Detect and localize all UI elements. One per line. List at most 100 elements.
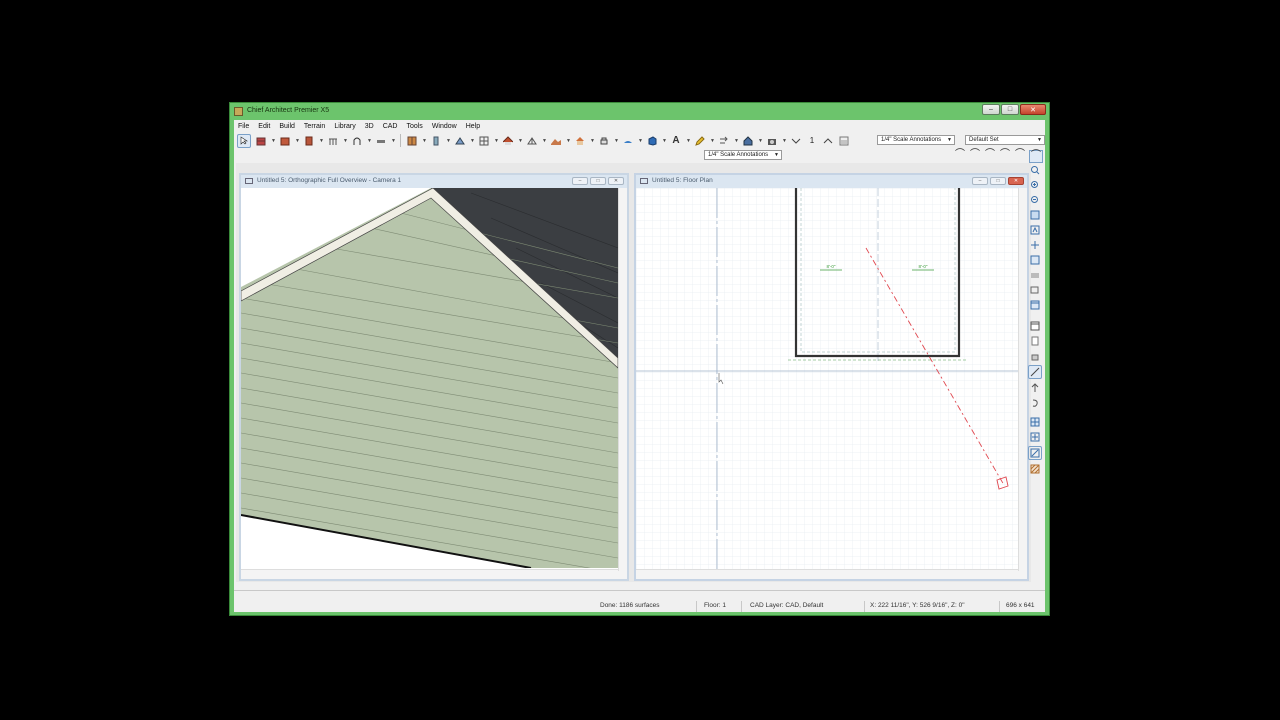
dropdown-arrow-icon[interactable]: ▼	[758, 136, 763, 146]
dropdown-arrow-icon[interactable]: ▼	[710, 136, 715, 146]
wall-type-icon[interactable]	[375, 135, 387, 147]
floor-plan-window[interactable]: Untitled 5: Floor Plan – □ ✕ 8'-0" 8'-0"	[634, 173, 1029, 581]
object-snap-icon[interactable]	[1029, 431, 1041, 443]
layer-set-select[interactable]: Default Set ▼	[965, 135, 1045, 145]
zoom-in-icon[interactable]	[1029, 179, 1041, 191]
camera-vertical-scrollbar[interactable]	[618, 188, 627, 571]
fill-window-building-icon[interactable]	[1029, 224, 1041, 236]
dropdown-arrow-icon[interactable]: ▼	[367, 136, 372, 146]
menu-file[interactable]: File	[238, 123, 249, 130]
zoom-out-icon[interactable]	[1029, 194, 1041, 206]
grid-object-icon[interactable]	[478, 135, 490, 147]
fill-window-icon[interactable]	[1029, 209, 1041, 221]
plan-horizontal-scrollbar[interactable]	[636, 569, 1027, 579]
arch-icon[interactable]	[351, 135, 363, 147]
dropdown-arrow-icon[interactable]: ▼	[494, 136, 499, 146]
plant-icon[interactable]	[622, 135, 634, 147]
framing-icon[interactable]	[454, 135, 466, 147]
annotation-set-select-2[interactable]: 1/4" Scale Annotations ▼	[704, 150, 782, 160]
fillet-icon[interactable]: ⌒	[1014, 150, 1026, 161]
arc-icon[interactable]: ⌒	[954, 150, 966, 161]
truss-icon[interactable]	[526, 135, 538, 147]
dropdown-arrow-icon[interactable]: ▼	[271, 136, 276, 146]
dropdown-arrow-icon[interactable]: ▼	[391, 136, 396, 146]
plan-restore-button[interactable]: □	[990, 177, 1006, 185]
3d-box-icon[interactable]	[646, 135, 658, 147]
refresh-icon[interactable]	[1029, 254, 1041, 266]
dropdown-arrow-icon[interactable]: ▼	[566, 136, 571, 146]
title-bar[interactable]: Chief Architect Premier X5 – □ ✕	[230, 103, 1049, 120]
dropdown-arrow-icon[interactable]: ▼	[295, 136, 300, 146]
lock-icon[interactable]	[1029, 350, 1041, 362]
dropdown-arrow-icon[interactable]: ▼	[590, 136, 595, 146]
plan-view-icon[interactable]	[1029, 299, 1041, 311]
dropdown-arrow-icon[interactable]: ▼	[470, 136, 475, 146]
menu-3d[interactable]: 3D	[365, 123, 374, 130]
dropdown-arrow-icon[interactable]: ▼	[686, 136, 691, 146]
dropdown-arrow-icon[interactable]: ▼	[542, 136, 547, 146]
plan-minimize-button[interactable]: –	[972, 177, 988, 185]
close-button[interactable]: ✕	[1020, 104, 1046, 115]
dropdown-arrow-icon[interactable]: ▼	[518, 136, 523, 146]
hatch-icon[interactable]	[1029, 463, 1041, 475]
plan-vertical-scrollbar[interactable]	[1018, 188, 1027, 571]
menu-window[interactable]: Window	[432, 123, 457, 130]
dropdown-arrow-icon[interactable]: ▼	[446, 136, 451, 146]
dropdown-arrow-icon[interactable]: ▼	[662, 136, 667, 146]
page-icon[interactable]	[1029, 335, 1041, 347]
dropdown-arrow-icon[interactable]: ▼	[734, 136, 739, 146]
up-level-icon[interactable]	[1029, 382, 1041, 394]
plan-window-title-bar[interactable]: Untitled 5: Floor Plan – □ ✕	[636, 175, 1027, 188]
dropdown-arrow-icon[interactable]: ▼	[319, 136, 324, 146]
menu-edit[interactable]: Edit	[258, 123, 270, 130]
pan-icon[interactable]	[1029, 239, 1041, 251]
select-objects-icon[interactable]	[237, 133, 251, 148]
camera-close-button[interactable]: ✕	[608, 177, 624, 185]
door-icon[interactable]	[303, 135, 315, 147]
house-view-icon[interactable]	[742, 135, 754, 147]
gazebo-icon[interactable]	[574, 135, 586, 147]
menu-build[interactable]: Build	[279, 123, 295, 130]
dimension-icon[interactable]	[718, 135, 730, 147]
layer-display-icon[interactable]	[838, 135, 850, 147]
angle-snap-icon[interactable]	[1028, 446, 1042, 460]
minimize-button[interactable]: –	[982, 104, 1000, 115]
fixture-icon[interactable]	[598, 135, 610, 147]
grid-snap-icon[interactable]	[1029, 416, 1041, 428]
floor-plan-canvas[interactable]: 8'-0" 8'-0"	[636, 188, 1018, 570]
plan-close-button[interactable]: ✕	[1008, 177, 1024, 185]
menu-terrain[interactable]: Terrain	[304, 123, 325, 130]
menu-help[interactable]: Help	[466, 123, 480, 130]
3d-render-canvas[interactable]	[241, 188, 618, 568]
dropdown-arrow-icon[interactable]: ▼	[782, 136, 787, 146]
pencil-icon[interactable]	[694, 135, 706, 147]
menu-tools[interactable]: Tools	[406, 123, 422, 130]
layer-icon[interactable]	[1029, 269, 1041, 281]
spline-icon[interactable]: ⌒	[999, 150, 1011, 161]
roof-icon[interactable]	[502, 135, 514, 147]
camera-minimize-button[interactable]: –	[572, 177, 588, 185]
text-icon[interactable]: A	[670, 135, 682, 147]
camera-restore-button[interactable]: □	[590, 177, 606, 185]
railing-icon[interactable]	[327, 135, 339, 147]
annotation-set-select[interactable]: 1/4" Scale Annotations ▼	[877, 135, 955, 145]
dropdown-arrow-icon[interactable]: ▼	[343, 136, 348, 146]
curve-edit-icon[interactable]: ⌒	[1029, 150, 1043, 163]
swap-view-icon[interactable]	[1029, 284, 1041, 296]
hook-icon[interactable]	[1029, 397, 1041, 409]
curve-icon[interactable]: ⌒	[984, 150, 996, 161]
camera-icon[interactable]	[766, 135, 778, 147]
dropdown-arrow-icon[interactable]: ▼	[638, 136, 643, 146]
maximize-button[interactable]: □	[1001, 104, 1019, 115]
layer-display-options-icon[interactable]	[1029, 320, 1041, 332]
menu-library[interactable]: Library	[334, 123, 355, 130]
terrain-icon[interactable]	[550, 135, 562, 147]
dropdown-arrow-icon[interactable]: ▼	[422, 136, 427, 146]
edit-handle-icon[interactable]	[1028, 365, 1042, 379]
zoom-icon[interactable]	[1029, 164, 1041, 176]
camera-horizontal-scrollbar[interactable]	[241, 569, 627, 579]
stairs-icon[interactable]	[430, 135, 442, 147]
arc-tangent-icon[interactable]: ⌒	[969, 150, 981, 161]
camera-window-title-bar[interactable]: Untitled 5: Orthographic Full Overview -…	[241, 175, 627, 188]
window-icon[interactable]	[406, 135, 418, 147]
